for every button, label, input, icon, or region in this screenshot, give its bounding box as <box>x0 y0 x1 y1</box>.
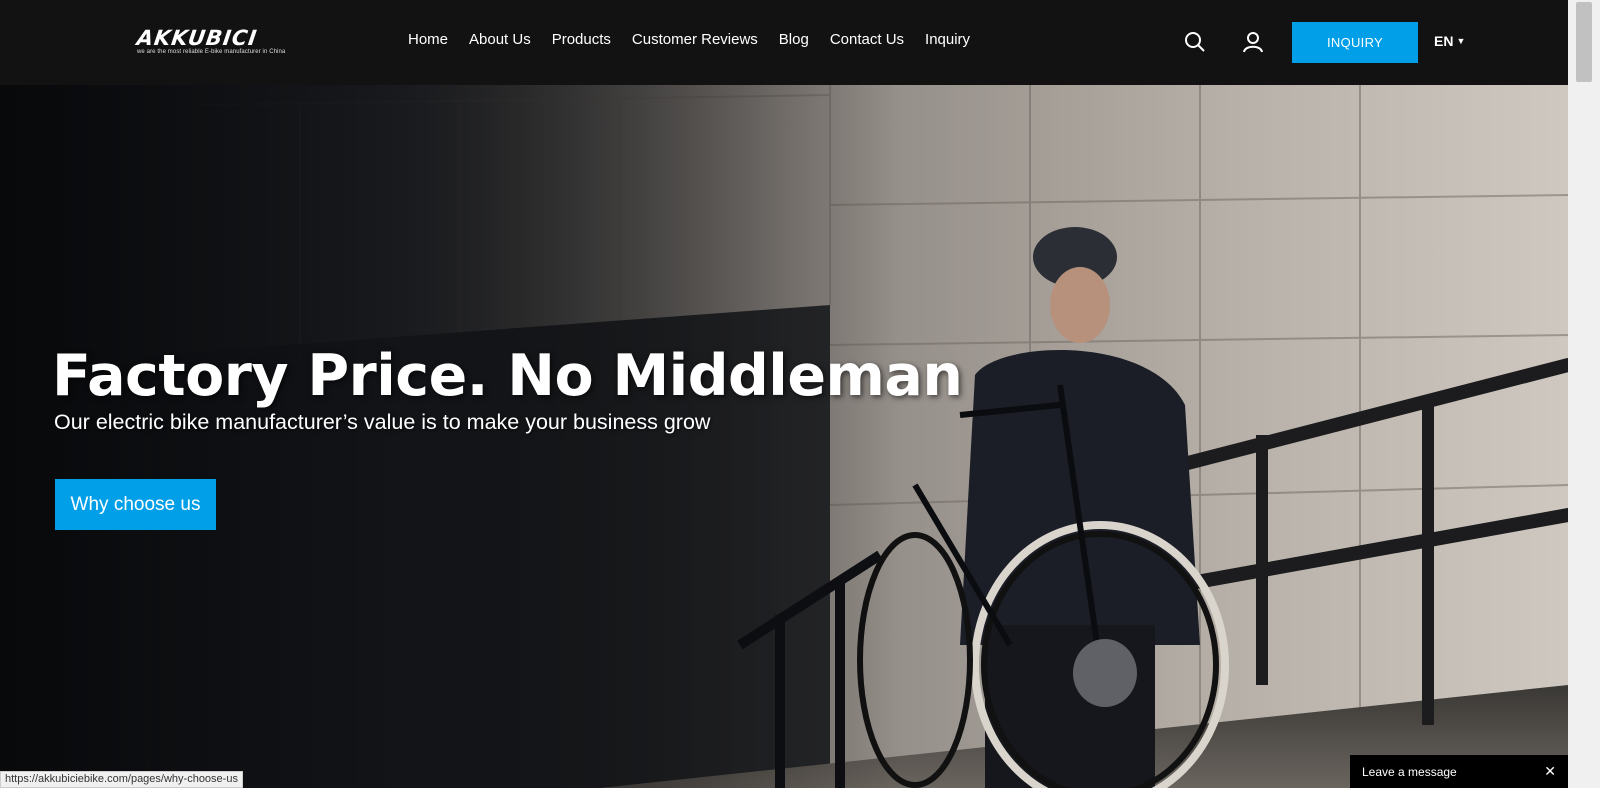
nav-blog[interactable]: Blog <box>779 31 809 48</box>
language-label: EN <box>1434 33 1454 49</box>
inquiry-button[interactable]: INQUIRY <box>1292 22 1418 63</box>
nav-products[interactable]: Products <box>552 31 611 48</box>
close-icon[interactable]: ✕ <box>1544 763 1556 780</box>
language-selector[interactable]: EN ▼ <box>1434 33 1465 49</box>
nav-contact-us[interactable]: Contact Us <box>830 31 904 48</box>
brand-logo[interactable]: AKKUBICI we are the most reliable E-bike… <box>135 26 305 58</box>
brand-logo-word: AKKUBICI <box>135 26 259 50</box>
hero-banner: Factory Price. No Middleman Our electric… <box>0 85 1568 788</box>
hero-background-image <box>0 85 1568 788</box>
site-header: AKKUBICI we are the most reliable E-bike… <box>0 0 1568 85</box>
nav-inquiry[interactable]: Inquiry <box>925 31 970 48</box>
hero-subtitle: Our electric bike manufacturer’s value i… <box>54 410 711 434</box>
leave-message-widget[interactable]: Leave a message ✕ <box>1350 755 1568 788</box>
why-choose-us-button[interactable]: Why choose us <box>55 479 216 530</box>
search-icon[interactable] <box>1183 30 1209 56</box>
scrollbar-thumb[interactable] <box>1576 2 1592 82</box>
status-bar-url: https://akkubiciebike.com/pages/why-choo… <box>0 771 243 788</box>
main-nav: Home About Us Products Customer Reviews … <box>408 31 991 48</box>
user-icon[interactable] <box>1241 30 1267 56</box>
nav-customer-reviews[interactable]: Customer Reviews <box>632 31 758 48</box>
page-scrollbar[interactable] <box>1568 0 1600 788</box>
leave-message-label: Leave a message <box>1362 764 1457 779</box>
nav-about-us[interactable]: About Us <box>469 31 531 48</box>
nav-home[interactable]: Home <box>408 31 448 48</box>
chevron-down-icon: ▼ <box>1456 36 1466 46</box>
hero-title: Factory Price. No Middleman <box>52 343 963 409</box>
